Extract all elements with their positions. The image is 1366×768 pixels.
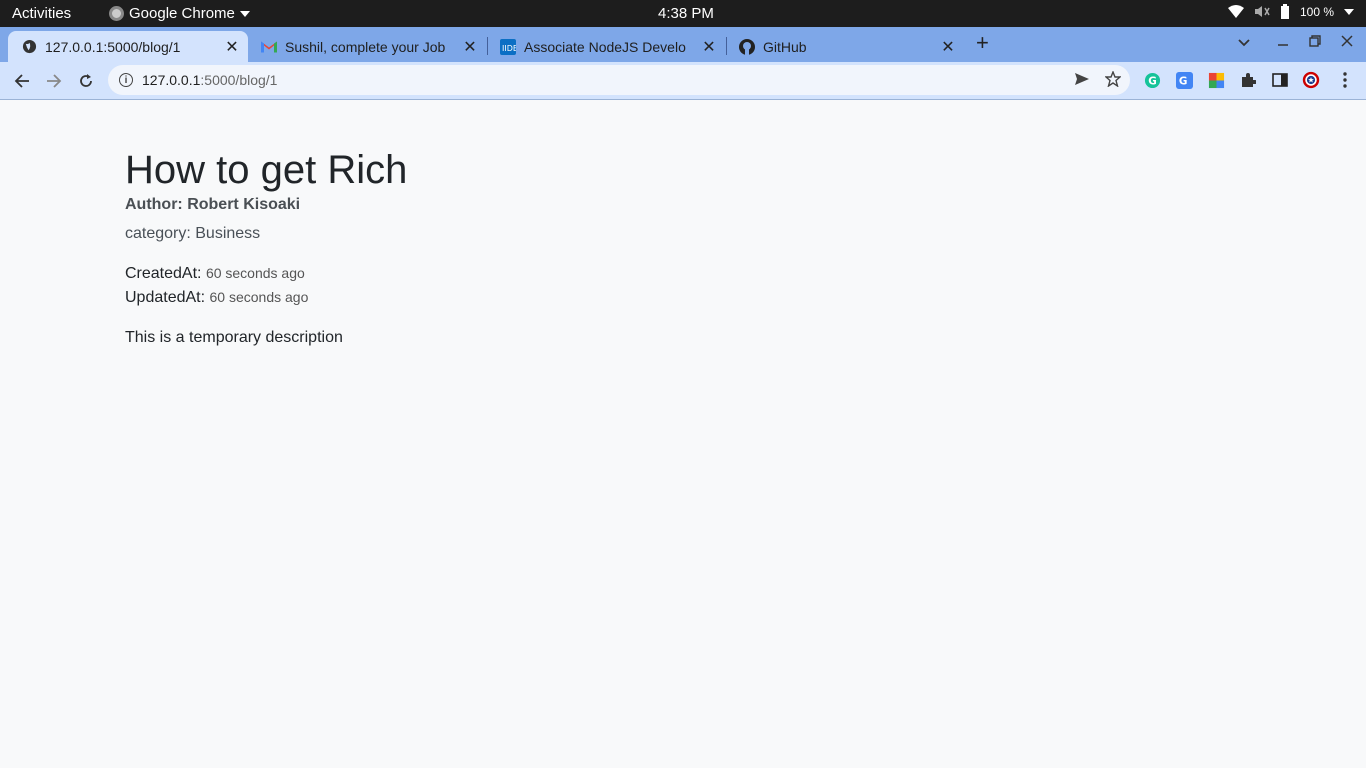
gmail-icon xyxy=(261,39,277,55)
tab-title: GitHub xyxy=(763,38,807,55)
reload-icon xyxy=(80,74,92,87)
chevron-down-icon xyxy=(1238,39,1250,47)
battery-icon xyxy=(1280,4,1289,19)
system-tray[interactable]: 100 % xyxy=(1227,4,1354,19)
created-value: 60 seconds ago xyxy=(205,265,305,281)
colorful-extension-icon[interactable] xyxy=(1207,71,1225,89)
post-description: This is a temporary description xyxy=(125,329,343,346)
svg-text:IIDE: IIDE xyxy=(502,44,516,53)
chrome-icon xyxy=(109,6,124,21)
post-category: category: Business xyxy=(125,225,261,242)
minimize-button[interactable] xyxy=(1277,34,1289,50)
updated-label: UpdatedAt: xyxy=(125,289,206,306)
send-icon[interactable] xyxy=(1074,72,1090,91)
svg-text:G: G xyxy=(1178,75,1187,87)
arrow-left-icon xyxy=(14,74,29,88)
tab-gmail[interactable]: Sushil, complete your Job ✕ xyxy=(248,31,486,62)
post-author: Author: Robert Kisoaki xyxy=(125,196,301,213)
activities-button[interactable]: Activities xyxy=(12,5,71,22)
tab-title: Sushil, complete your Job xyxy=(285,38,446,55)
close-icon[interactable]: ✕ xyxy=(938,37,958,57)
back-button[interactable] xyxy=(9,68,35,94)
site-info-icon[interactable]: i xyxy=(119,73,133,87)
browser-toolbar: i 127.0.0.1:5000/blog/1 G G xyxy=(0,62,1366,100)
close-icon[interactable]: ✕ xyxy=(222,37,242,57)
restore-button[interactable] xyxy=(1309,34,1321,50)
post-title: How to get Rich xyxy=(125,148,408,192)
profile-avatar-icon[interactable] xyxy=(1302,71,1320,89)
svg-text:G: G xyxy=(1148,75,1157,87)
side-panel-icon[interactable] xyxy=(1271,71,1289,89)
github-icon xyxy=(739,38,755,55)
system-top-bar: Activities Google Chrome 4:38 PM 100 % xyxy=(0,0,1366,27)
translate-icon[interactable]: G xyxy=(1175,71,1193,89)
menu-icon[interactable] xyxy=(1336,71,1354,89)
created-label: CreatedAt: xyxy=(125,265,202,282)
tab-title: Associate NodeJS Develo xyxy=(524,38,686,55)
reload-button[interactable] xyxy=(73,68,99,94)
close-icon[interactable]: ✕ xyxy=(699,37,719,57)
tab-title: 127.0.0.1:5000/blog/1 xyxy=(45,38,181,55)
volume-icon xyxy=(1254,6,1270,17)
extensions-puzzle-icon[interactable] xyxy=(1239,71,1257,89)
bookmark-star-icon[interactable] xyxy=(1104,70,1122,92)
updated-value: 60 seconds ago xyxy=(209,289,309,305)
chevron-down-icon xyxy=(1344,8,1354,15)
tab-github[interactable]: GitHub ✕ xyxy=(726,31,964,62)
url-host: 127.0.0.1 xyxy=(142,72,201,88)
close-window-button[interactable] xyxy=(1341,34,1353,50)
iide-icon: IIDE xyxy=(500,38,516,55)
tab-strip: 127.0.0.1:5000/blog/1 ✕ Sushil, complete… xyxy=(0,27,1366,62)
url-path: :5000/blog/1 xyxy=(200,72,278,88)
arrow-right-icon xyxy=(47,74,62,88)
app-menu[interactable]: Google Chrome xyxy=(109,5,250,22)
grammarly-icon[interactable]: G xyxy=(1143,71,1161,89)
clock[interactable]: 4:38 PM xyxy=(658,5,714,22)
new-tab-button[interactable]: + xyxy=(976,30,989,56)
chevron-down-icon xyxy=(239,10,250,17)
tab-iide[interactable]: IIDE Associate NodeJS Develo ✕ xyxy=(487,31,725,62)
battery-percent: 100 % xyxy=(1299,4,1334,19)
address-bar[interactable]: i 127.0.0.1:5000/blog/1 xyxy=(108,65,1130,95)
tab-search-button[interactable] xyxy=(1238,34,1250,50)
forward-button[interactable] xyxy=(41,68,67,94)
wifi-icon xyxy=(1227,5,1244,18)
close-icon[interactable]: ✕ xyxy=(460,37,480,57)
post-updated: UpdatedAt: 60 seconds ago xyxy=(125,289,308,307)
address-url: 127.0.0.1:5000/blog/1 xyxy=(142,72,277,88)
post-created: CreatedAt: 60 seconds ago xyxy=(125,265,305,283)
globe-icon xyxy=(21,39,37,55)
app-menu-label: Google Chrome xyxy=(129,5,235,22)
tab-blog[interactable]: 127.0.0.1:5000/blog/1 ✕ xyxy=(8,31,248,62)
